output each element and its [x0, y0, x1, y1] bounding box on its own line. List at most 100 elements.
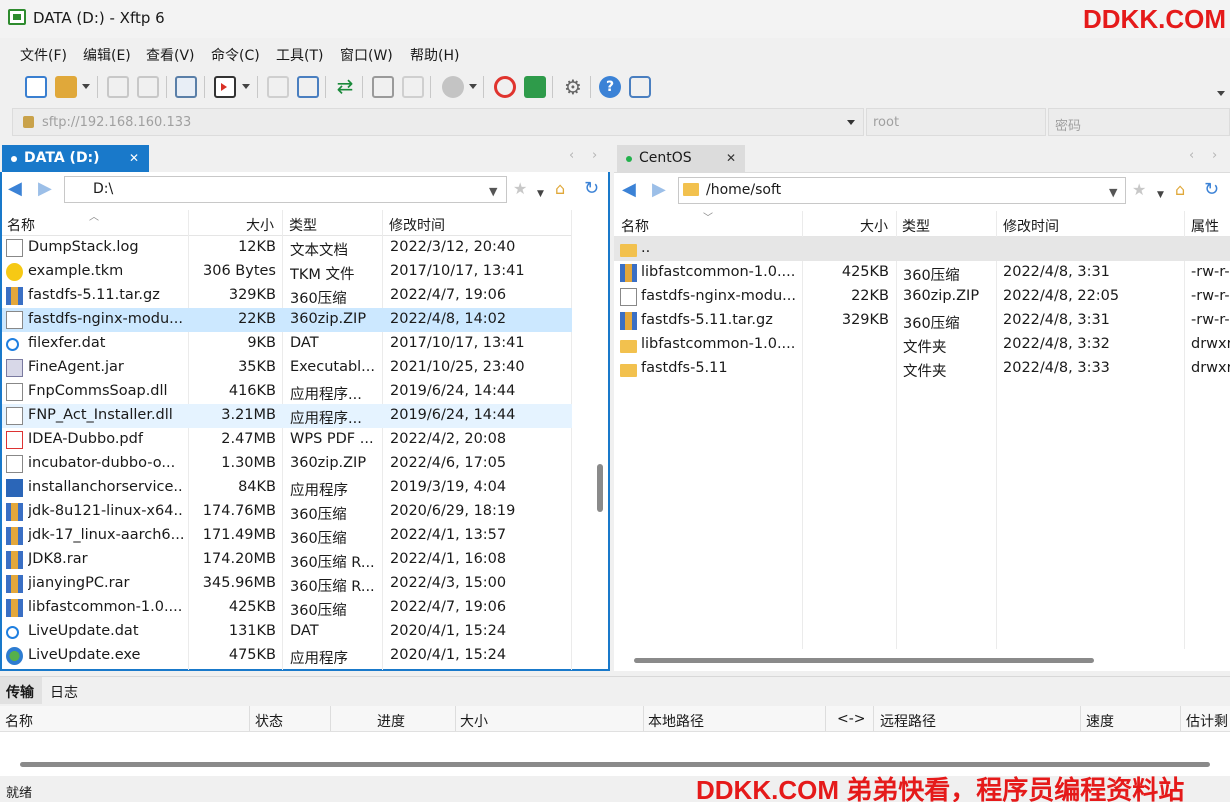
remote-col-type[interactable]: 类型	[902, 216, 930, 236]
remote-file-row[interactable]: fastdfs-nginx-modu... 22KB 360zip.ZIP 2022/…	[614, 285, 1230, 309]
menu-edit[interactable]: 编辑(E)	[83, 45, 131, 65]
remote-file-row[interactable]: libfastcommon-1.0.... 文件夹 2022/4/8, 3:32 dr…	[614, 333, 1230, 357]
remote-forward-icon[interactable]: ▶	[652, 181, 666, 199]
transfer-col-progress[interactable]: 进度	[377, 711, 405, 731]
local-col-modified[interactable]: 修改时间	[389, 215, 445, 235]
local-bookmark-icon[interactable]: ★	[513, 180, 527, 198]
close-remote-tab-icon[interactable]: ✕	[726, 151, 736, 165]
host-dropdown-icon[interactable]	[847, 120, 855, 125]
local-file-row[interactable]: FNP_Act_Installer.dll 3.21MB 应用程序... 2019/6…	[2, 404, 572, 428]
open-dropdown-icon[interactable]	[82, 84, 90, 89]
transfer-col-name[interactable]: 名称	[5, 711, 33, 731]
local-file-row[interactable]: jianyingPC.rar 345.96MB 360压缩 R... 2022/4/3…	[2, 572, 572, 596]
local-path-input[interactable]: D:\ ▼	[64, 176, 507, 203]
tab-log[interactable]: 日志	[50, 682, 78, 702]
record-dropdown-icon[interactable]	[469, 84, 477, 89]
menu-window[interactable]: 窗口(W)	[340, 45, 393, 65]
local-col-type[interactable]: 类型	[289, 215, 317, 235]
local-file-row[interactable]: installanchorservice... 84KB 应用程序 2019/3/19…	[2, 476, 572, 500]
remote-file-row[interactable]: fastdfs-5.11.tar.gz 329KB 360压缩 2022/4/8, 3…	[614, 309, 1230, 333]
transfer-col-local-path[interactable]: 本地路径	[648, 711, 704, 731]
local-col-size[interactable]: 大小	[246, 215, 274, 235]
local-file-row[interactable]: FnpCommsSoap.dll 416KB 应用程序... 2019/6/24, 1…	[2, 380, 572, 404]
remote-file-row[interactable]: libfastcommon-1.0.... 425KB 360压缩 2022/4/8,…	[614, 261, 1230, 285]
local-file-row[interactable]: jdk-8u121-linux-x64... 174.76MB 360压缩 2020/…	[2, 500, 572, 524]
tab-remote-centos[interactable]: CentOS ✕	[617, 145, 745, 172]
remote-tab-prev-icon[interactable]: ‹	[1189, 148, 1194, 163]
local-path-dropdown-icon[interactable]: ▼	[489, 185, 497, 198]
remote-col-name[interactable]: 名称	[621, 216, 649, 236]
remote-path-dropdown-icon[interactable]: ▼	[1109, 186, 1117, 199]
local-bookmark-dropdown-icon[interactable]: ▼	[537, 185, 544, 203]
password-input[interactable]: 密码	[1048, 108, 1230, 136]
local-tab-next-icon[interactable]: ›	[592, 148, 597, 163]
remote-path-input[interactable]: /home/soft ▼	[678, 177, 1126, 204]
close-local-tab-icon[interactable]: ✕	[129, 151, 139, 165]
toolbar-overflow-icon[interactable]	[1217, 91, 1225, 96]
local-file-row[interactable]: filexfer.dat 9KB DAT 2017/10/17, 13:41	[2, 332, 572, 356]
local-file-row[interactable]: libfastcommon-1.0.... 425KB 360压缩 2022/4/7,…	[2, 596, 572, 620]
host-address-input[interactable]: sftp://192.168.160.133	[12, 108, 864, 136]
remote-col-modified[interactable]: 修改时间	[1003, 216, 1059, 236]
new-session-icon[interactable]	[25, 76, 47, 98]
remote-back-icon[interactable]: ◀	[622, 181, 636, 199]
local-file-row[interactable]: example.tkm 306 Bytes TKM 文件 2017/10/17, 13…	[2, 260, 572, 284]
local-vertical-scrollbar[interactable]	[597, 464, 603, 512]
menu-tools[interactable]: 工具(T)	[276, 45, 323, 65]
tab-transfers[interactable]: 传输	[0, 677, 42, 704]
remote-file-row[interactable]: fastdfs-5.11 文件夹 2022/4/8, 3:33 drwxr	[614, 357, 1230, 381]
remote-bookmark-dropdown-icon[interactable]: ▼	[1157, 186, 1164, 204]
remote-refresh-icon[interactable]: ↻	[1204, 181, 1219, 199]
username-input[interactable]: root	[866, 108, 1046, 136]
xftp-icon[interactable]	[524, 76, 546, 98]
local-tab-prev-icon[interactable]: ‹	[569, 148, 574, 163]
transfer-horizontal-scrollbar[interactable]	[20, 762, 1210, 767]
local-refresh-icon[interactable]: ↻	[584, 180, 599, 198]
paste-icon[interactable]	[402, 76, 424, 98]
sync-arrows-icon[interactable]: ⇄	[334, 76, 356, 98]
local-file-row[interactable]: IDEA-Dubbo.pdf 2.47MB WPS PDF ... 2022/4/2,…	[2, 428, 572, 452]
transfer-col-eta[interactable]: 估计剩	[1186, 711, 1228, 731]
menu-help[interactable]: 帮助(H)	[410, 45, 459, 65]
remote-col-size[interactable]: 大小	[860, 216, 888, 236]
menu-command[interactable]: 命令(C)	[211, 45, 260, 65]
transfer-col-speed[interactable]: 速度	[1086, 711, 1114, 731]
local-back-icon[interactable]: ◀	[8, 180, 22, 198]
open-folder-icon[interactable]	[55, 76, 77, 98]
transfer-file-icon[interactable]	[297, 76, 319, 98]
local-file-row[interactable]: incubator-dubbo-o... 1.30MB 360zip.ZIP 2022…	[2, 452, 572, 476]
local-home-icon[interactable]: ⌂	[555, 180, 565, 198]
settings-gear-icon[interactable]: ⚙	[562, 76, 584, 98]
local-col-name[interactable]: 名称	[7, 215, 35, 235]
transfer-col-status[interactable]: 状态	[255, 711, 283, 731]
remote-home-icon[interactable]: ⌂	[1175, 181, 1185, 199]
local-forward-icon[interactable]: ▶	[38, 180, 52, 198]
terminal-dropdown-icon[interactable]	[242, 84, 250, 89]
xshell-icon[interactable]	[494, 76, 516, 98]
tab-local-data[interactable]: DATA (D:) ✕	[2, 145, 149, 172]
remote-file-row[interactable]: ..	[614, 237, 1230, 261]
record-icon[interactable]	[442, 76, 464, 98]
transfer-col-direction[interactable]: <->	[837, 711, 866, 727]
remote-col-attributes[interactable]: 属性	[1191, 216, 1219, 236]
chat-icon[interactable]	[629, 76, 651, 98]
local-file-row[interactable]: LiveUpdate.dat 131KB DAT 2020/4/1, 15:24	[2, 620, 572, 644]
print-icon[interactable]	[372, 76, 394, 98]
local-file-row[interactable]: JDK8.rar 174.20MB 360压缩 R... 2022/4/1, 16:0…	[2, 548, 572, 572]
help-icon[interactable]: ?	[599, 76, 621, 98]
local-file-row[interactable]: jdk-17_linux-aarch6... 171.49MB 360压缩 2022/…	[2, 524, 572, 548]
properties-icon[interactable]	[175, 76, 197, 98]
local-file-row[interactable]: LiveUpdate.exe 475KB 应用程序 2020/4/1, 15:24	[2, 644, 572, 668]
copy-file-icon[interactable]	[267, 76, 289, 98]
transfer-col-size[interactable]: 大小	[460, 711, 488, 731]
remote-bookmark-icon[interactable]: ★	[1132, 181, 1146, 199]
remote-tab-next-icon[interactable]: ›	[1212, 148, 1217, 163]
disconnect-icon[interactable]	[137, 76, 159, 98]
local-file-row[interactable]: DumpStack.log 12KB 文本文档 2022/3/12, 20:40	[2, 236, 572, 260]
menu-file[interactable]: 文件(F)	[20, 45, 67, 65]
local-file-row[interactable]: fastdfs-5.11.tar.gz 329KB 360压缩 2022/4/7, 1…	[2, 284, 572, 308]
remote-horizontal-scrollbar[interactable]	[634, 658, 1094, 663]
transfer-col-remote-path[interactable]: 远程路径	[880, 711, 936, 731]
menu-view[interactable]: 查看(V)	[146, 45, 195, 65]
local-file-row[interactable]: fastdfs-nginx-modu... 22KB 360zip.ZIP 2022/…	[2, 308, 572, 332]
